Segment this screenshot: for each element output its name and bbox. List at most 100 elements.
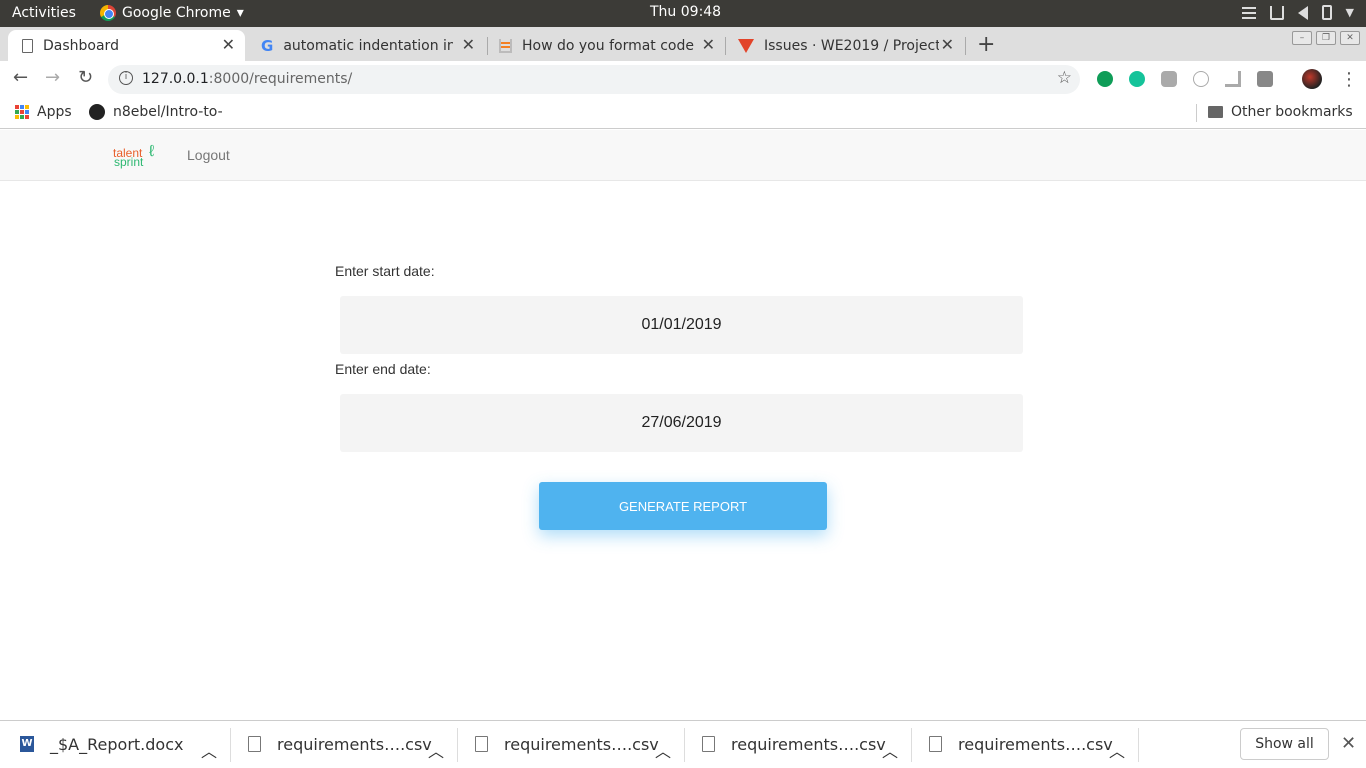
extension-circle-icon[interactable]	[1193, 71, 1209, 87]
profile-avatar[interactable]	[1302, 69, 1322, 89]
url-path: :8000/requirements/	[208, 71, 353, 87]
chevron-up-icon[interactable]: ︿	[655, 738, 671, 762]
download-item[interactable]: W _$A_Report.docx	[20, 720, 183, 768]
chrome-menu-icon[interactable]: ⋮	[1340, 69, 1358, 90]
system-menu-caret-icon[interactable]: ▼	[1346, 6, 1354, 19]
bookmark-apps[interactable]: Apps	[15, 104, 72, 120]
chevron-up-icon[interactable]: ︿	[201, 738, 217, 762]
tab-title: Issues · WE2019 / Projects	[764, 37, 939, 54]
download-item[interactable]: requirements….csv	[929, 720, 1113, 768]
talentsprint-logo[interactable]: talent sprint ℓ	[113, 144, 154, 169]
folder-icon	[1208, 106, 1223, 118]
new-tab-icon[interactable]: +	[977, 32, 995, 57]
app-menu[interactable]: Google Chrome ▾	[100, 5, 244, 21]
page-icon	[22, 38, 33, 53]
logo-swirl-icon: ℓ	[149, 143, 155, 160]
download-separator	[457, 728, 458, 762]
clock[interactable]: Thu 09:48	[650, 4, 721, 20]
bookmarks-bar: Apps n8ebel/Intro-to- Other bookmarks	[0, 98, 1366, 129]
end-date-input[interactable]	[340, 394, 1023, 452]
tab-gitlab-issues[interactable]: Issues · WE2019 / Projects ✕	[724, 30, 964, 61]
file-icon	[929, 736, 942, 752]
address-bar[interactable]: i 127.0.0.1:8000/requirements/ ☆	[108, 65, 1080, 94]
apps-grid-icon	[15, 105, 29, 119]
bookmark-label: Apps	[37, 104, 72, 120]
app-name: Google Chrome	[122, 5, 231, 21]
download-separator	[1138, 728, 1139, 762]
back-icon[interactable]: ←	[13, 67, 28, 88]
tab-dashboard[interactable]: Dashboard ✕	[8, 30, 245, 61]
system-tray[interactable]: ▼	[1241, 5, 1354, 20]
close-icon[interactable]: ✕	[222, 35, 235, 54]
logout-link[interactable]: Logout	[187, 147, 230, 163]
activities-button[interactable]: Activities	[12, 5, 76, 21]
close-icon[interactable]: ✕	[462, 35, 475, 54]
forward-icon[interactable]: →	[45, 67, 60, 88]
download-item[interactable]: requirements….csv	[702, 720, 886, 768]
download-item[interactable]: requirements….csv	[248, 720, 432, 768]
extension-cart-icon[interactable]	[1097, 71, 1113, 87]
battery-icon[interactable]	[1321, 5, 1332, 20]
tab-title: Dashboard	[43, 37, 119, 54]
system-top-bar: Activities Google Chrome ▾ Thu 09:48 ▼	[0, 0, 1366, 27]
download-separator	[684, 728, 685, 762]
file-icon	[248, 736, 261, 752]
chrome-icon	[100, 5, 116, 21]
github-icon	[89, 104, 105, 120]
volume-icon[interactable]	[1297, 5, 1308, 20]
download-item[interactable]: requirements….csv	[475, 720, 659, 768]
url-text[interactable]: 127.0.0.1:8000/requirements/	[142, 71, 352, 87]
menu-icon[interactable]	[1241, 6, 1256, 19]
generate-report-button[interactable]: GENERATE REPORT	[539, 482, 827, 530]
network-icon[interactable]	[1269, 5, 1284, 20]
bookmark-intro-to[interactable]: n8ebel/Intro-to-	[89, 104, 223, 120]
tab-strip: Dashboard ✕ G automatic indentation in ✕…	[0, 27, 1366, 61]
tab-stackoverflow[interactable]: How do you format code i ✕	[485, 30, 725, 61]
chevron-up-icon[interactable]: ︿	[882, 738, 898, 762]
chevron-up-icon[interactable]: ︿	[1109, 738, 1125, 762]
file-icon	[475, 736, 488, 752]
window-controls: – ❐ ✕	[1292, 31, 1360, 45]
caret-down-icon: ▾	[236, 5, 244, 21]
url-host: 127.0.0.1	[142, 71, 209, 87]
gitlab-icon	[738, 38, 754, 53]
chart-extension-icon[interactable]	[1225, 71, 1241, 87]
download-filename: _$A_Report.docx	[50, 734, 184, 754]
download-filename: requirements….csv	[277, 734, 432, 754]
bookmark-separator	[1196, 104, 1197, 122]
minimize-icon[interactable]: –	[1292, 31, 1312, 45]
download-filename: requirements….csv	[958, 734, 1113, 754]
bookmark-label: Other bookmarks	[1231, 104, 1353, 120]
logo-line-2: sprint	[114, 155, 144, 169]
download-separator	[230, 728, 231, 762]
reload-icon[interactable]: ↻	[78, 67, 93, 88]
camera-icon[interactable]	[1257, 71, 1273, 87]
start-date-label: Enter start date:	[335, 263, 435, 279]
bookmark-other[interactable]: Other bookmarks	[1208, 104, 1353, 120]
stackoverflow-icon	[499, 38, 512, 53]
tab-automatic-indentation[interactable]: G automatic indentation in ✕	[247, 30, 485, 61]
tab-title: How do you format code i	[522, 37, 697, 54]
start-date-input[interactable]	[340, 296, 1023, 354]
end-date-label: Enter end date:	[335, 361, 431, 377]
info-icon[interactable]: i	[119, 71, 133, 85]
tab-separator	[965, 37, 966, 55]
window-close-icon[interactable]: ✕	[1340, 31, 1360, 45]
file-icon	[702, 736, 715, 752]
download-filename: requirements….csv	[504, 734, 659, 754]
close-icon[interactable]: ✕	[702, 35, 715, 54]
bookmark-label: n8ebel/Intro-to-	[113, 104, 223, 120]
android-icon[interactable]	[1161, 71, 1177, 87]
download-separator	[911, 728, 912, 762]
close-icon[interactable]: ✕	[1341, 733, 1356, 754]
google-icon: G	[261, 36, 274, 55]
download-filename: requirements….csv	[731, 734, 886, 754]
navigation-bar: ← → ↻ i 127.0.0.1:8000/requirements/ ☆	[0, 61, 1366, 98]
close-icon[interactable]: ✕	[941, 35, 954, 54]
grammarly-icon[interactable]	[1129, 71, 1145, 87]
maximize-icon[interactable]: ❐	[1316, 31, 1336, 45]
chevron-up-icon[interactable]: ︿	[428, 738, 444, 762]
bookmark-star-icon[interactable]: ☆	[1057, 68, 1072, 88]
tab-title: automatic indentation in	[283, 37, 454, 54]
show-all-button[interactable]: Show all	[1240, 728, 1329, 760]
